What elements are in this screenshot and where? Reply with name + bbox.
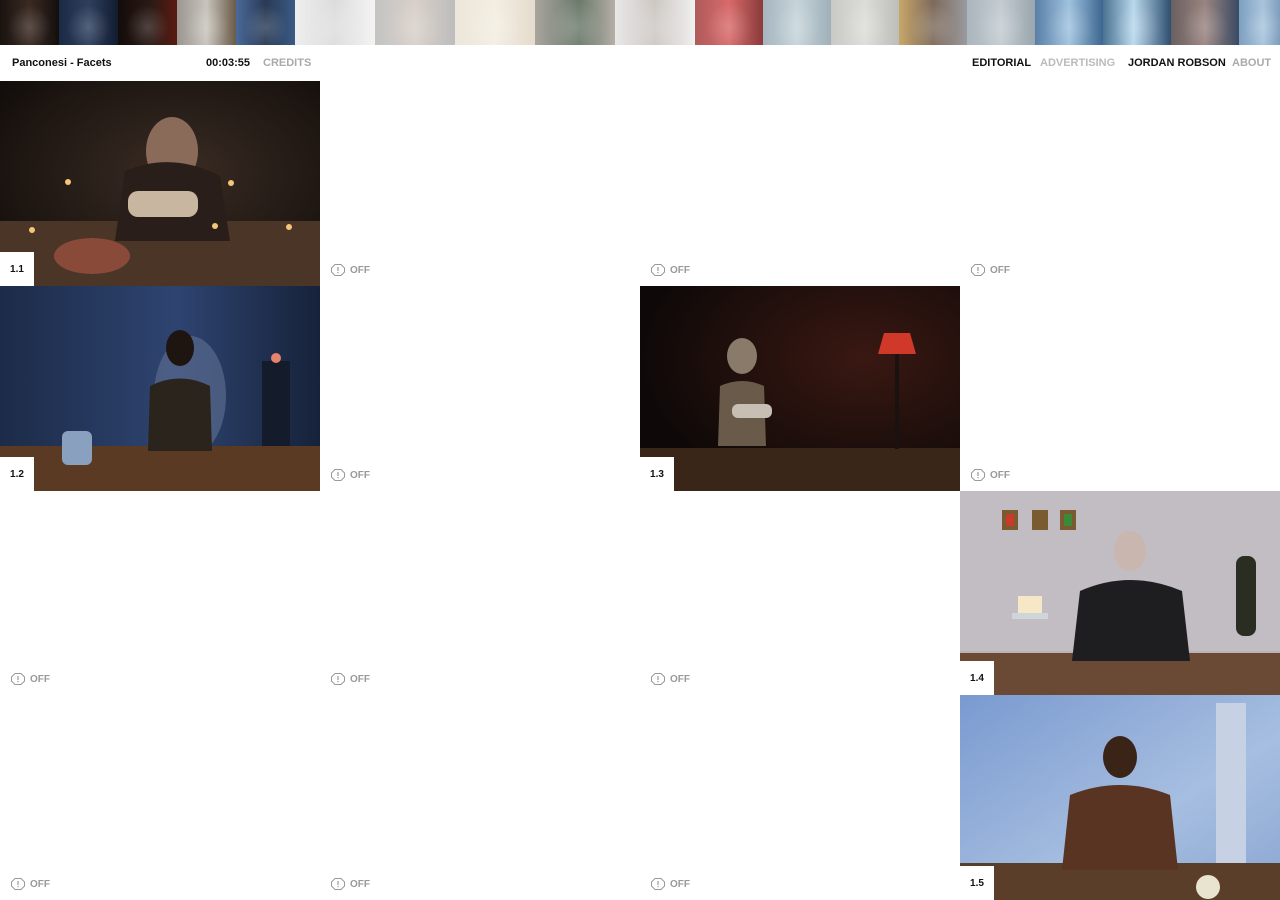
credits-link[interactable]: CREDITS (263, 57, 311, 69)
filmstrip-thumb[interactable] (1035, 0, 1103, 45)
off-toggle[interactable]: OFF (971, 264, 1010, 276)
filmstrip-thumb[interactable] (967, 0, 1035, 45)
off-toggle[interactable]: OFF (331, 673, 370, 685)
info-octagon-icon (651, 264, 665, 276)
empty-tile: OFF (320, 81, 640, 286)
info-octagon-icon (331, 264, 345, 276)
empty-tile: OFF (320, 695, 640, 900)
filmstrip-thumb[interactable] (295, 0, 375, 45)
info-octagon-icon (331, 673, 345, 685)
off-toggle[interactable]: OFF (11, 673, 50, 685)
video-grid: 1.1 OFF OFF OFF 1.2 OFF 1.3 OFF OFF OFF … (0, 81, 1280, 900)
filmstrip-thumb[interactable] (236, 0, 295, 45)
empty-tile: OFF (960, 81, 1280, 286)
off-toggle[interactable]: OFF (971, 469, 1010, 481)
filmstrip-thumb[interactable] (375, 0, 455, 45)
video-number: 1.1 (0, 252, 34, 286)
filmstrip-thumb[interactable] (763, 0, 831, 45)
filmstrip-thumb[interactable] (695, 0, 763, 45)
info-octagon-icon (11, 673, 25, 685)
empty-tile: OFF (640, 695, 960, 900)
off-label: OFF (350, 469, 370, 481)
video-tile[interactable]: 1.4 (960, 491, 1280, 695)
off-toggle[interactable]: OFF (651, 673, 690, 685)
info-octagon-icon (971, 264, 985, 276)
top-bar: Panconesi - Facets 00:03:55 CREDITS EDIT… (0, 45, 1280, 81)
off-toggle[interactable]: OFF (651, 878, 690, 890)
off-toggle[interactable]: OFF (331, 469, 370, 481)
filmstrip-thumb[interactable] (1103, 0, 1171, 45)
filmstrip-thumb[interactable] (455, 0, 535, 45)
empty-tile: OFF (0, 695, 320, 900)
off-label: OFF (670, 264, 690, 276)
off-label: OFF (350, 264, 370, 276)
off-label: OFF (350, 673, 370, 685)
off-label: OFF (670, 878, 690, 890)
video-number: 1.5 (960, 866, 994, 900)
filmstrip-thumb[interactable] (535, 0, 615, 45)
video-still-image (640, 286, 960, 491)
off-toggle[interactable]: OFF (331, 264, 370, 276)
empty-tile: OFF (0, 491, 320, 695)
video-still-image (960, 695, 1280, 900)
nav-about[interactable]: ABOUT (1232, 57, 1271, 69)
off-label: OFF (30, 673, 50, 685)
video-number: 1.4 (960, 661, 994, 695)
filmstrip-thumb[interactable] (615, 0, 695, 45)
off-label: OFF (30, 878, 50, 890)
video-tile[interactable]: 1.5 (960, 695, 1280, 900)
filmstrip-thumb[interactable] (831, 0, 899, 45)
filmstrip-thumb[interactable] (177, 0, 236, 45)
filmstrip (0, 0, 1280, 45)
video-number: 1.2 (0, 457, 34, 491)
off-toggle[interactable]: OFF (331, 878, 370, 890)
info-octagon-icon (331, 469, 345, 481)
info-octagon-icon (971, 469, 985, 481)
off-label: OFF (990, 264, 1010, 276)
info-octagon-icon (651, 673, 665, 685)
filmstrip-thumb[interactable] (59, 0, 118, 45)
info-octagon-icon (331, 878, 345, 890)
empty-tile: OFF (320, 491, 640, 695)
off-toggle[interactable]: OFF (651, 264, 690, 276)
empty-tile: OFF (320, 286, 640, 491)
video-number: 1.3 (640, 457, 674, 491)
timecode: 00:03:55 (206, 57, 251, 69)
off-label: OFF (350, 878, 370, 890)
video-still-image (0, 81, 320, 286)
filmstrip-thumb[interactable] (1171, 0, 1239, 45)
filmstrip-thumb[interactable] (0, 0, 59, 45)
filmstrip-thumb[interactable] (899, 0, 967, 45)
info-octagon-icon (651, 878, 665, 890)
video-still-image (0, 286, 320, 491)
off-toggle[interactable]: OFF (11, 878, 50, 890)
filmstrip-thumb[interactable] (1239, 0, 1280, 45)
video-still-image (960, 491, 1280, 695)
empty-tile: OFF (640, 491, 960, 695)
off-label: OFF (670, 673, 690, 685)
video-tile[interactable]: 1.2 (0, 286, 320, 491)
project-title: Panconesi - Facets (12, 57, 112, 69)
empty-tile: OFF (960, 286, 1280, 491)
nav-editorial[interactable]: EDITORIAL (972, 57, 1031, 69)
video-tile[interactable]: 1.1 (0, 81, 320, 286)
off-label: OFF (990, 469, 1010, 481)
info-octagon-icon (11, 878, 25, 890)
nav-jordan-robson[interactable]: JORDAN ROBSON (1128, 57, 1226, 69)
filmstrip-thumb[interactable] (118, 0, 177, 45)
nav-advertising[interactable]: ADVERTISING (1040, 57, 1115, 69)
video-tile[interactable]: 1.3 (640, 286, 960, 491)
empty-tile: OFF (640, 81, 960, 286)
